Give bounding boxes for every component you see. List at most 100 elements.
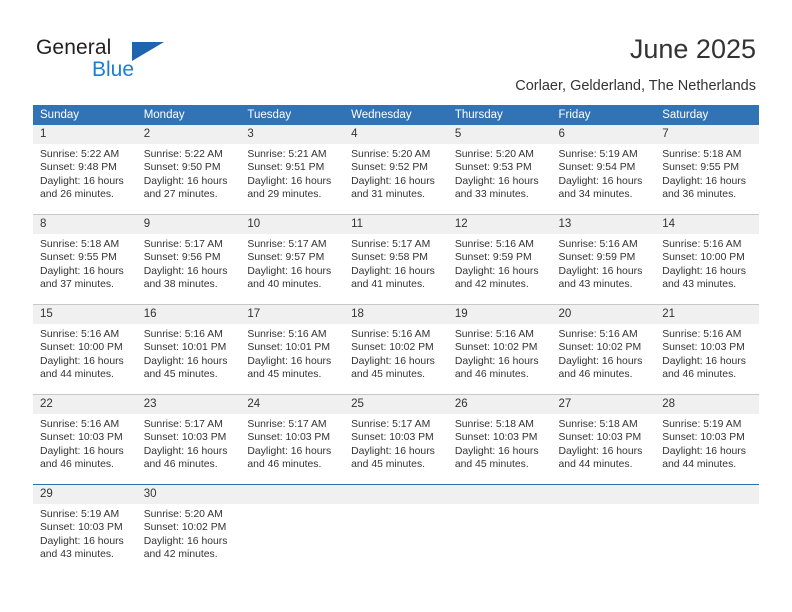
day-number: 19 <box>447 305 552 324</box>
day-daylight-line: Daylight: 16 hours <box>40 175 124 187</box>
weekday-header-friday: Friday <box>551 105 656 125</box>
day-info <box>344 504 448 508</box>
day-daylight-line: and 45 minutes. <box>143 369 218 381</box>
day-info: Sunrise: 5:18 AM Sunset: 10:03 PM Daylight… <box>552 414 656 472</box>
day-info: Sunrise: 5:20 AM Sunset: 9:52 PM Daylight:… <box>344 144 448 202</box>
calendar-day-cell[interactable]: 16 Sunrise: 5:16 AM Sunset: 10:01 PM Daylig… <box>136 304 241 395</box>
logo-text-blue: Blue <box>92 58 135 81</box>
calendar-day-cell[interactable]: 18 Sunrise: 5:16 AM Sunset: 10:02 PM Daylig… <box>344 304 448 395</box>
day-sunset-line: Sunset: 10:03 PM <box>351 432 434 444</box>
day-sunrise-line: Sunrise: 5:20 AM <box>454 149 534 160</box>
day-sunrise-line: Sunrise: 5:21 AM <box>247 149 327 160</box>
day-daylight-line: Daylight: 16 hours <box>143 355 228 367</box>
day-daylight-line: Daylight: 16 hours <box>247 355 332 367</box>
day-daylight-line: Daylight: 16 hours <box>351 355 435 367</box>
day-number: 13 <box>551 215 656 234</box>
day-sunset-line: Sunset: 9:55 PM <box>662 162 740 174</box>
day-info <box>448 504 552 508</box>
day-info: Sunrise: 5:17 AM Sunset: 9:56 PM Daylight:… <box>137 234 241 292</box>
calendar-week-row: 1 Sunrise: 5:22 AM Sunset: 9:48 PM Daylight… <box>33 125 759 215</box>
day-sunset-line: Sunset: 10:01 PM <box>143 342 227 354</box>
day-sunset-line: Sunset: 10:02 PM <box>351 342 434 354</box>
day-info: Sunrise: 5:20 AM Sunset: 9:53 PM Daylight:… <box>448 144 552 202</box>
calendar-day-cell[interactable]: 30 Sunrise: 5:20 AM Sunset: 10:02 PM Daylig… <box>136 484 241 574</box>
day-daylight-line: and 46 minutes. <box>143 459 218 471</box>
calendar-day-cell[interactable]: 11 Sunrise: 5:17 AM Sunset: 9:58 PM Dayligh… <box>344 214 448 305</box>
calendar-day-cell[interactable]: 2 Sunrise: 5:22 AM Sunset: 9:50 PM Daylight… <box>136 125 241 215</box>
day-info: Sunrise: 5:16 AM Sunset: 9:59 PM Daylight:… <box>552 234 656 292</box>
day-daylight-line: Daylight: 16 hours <box>351 445 435 457</box>
day-sunrise-line: Sunrise: 5:17 AM <box>351 419 431 430</box>
day-number: 7 <box>655 125 759 144</box>
calendar-day-cell[interactable]: 19 Sunrise: 5:16 AM Sunset: 10:02 PM Daylig… <box>447 304 552 395</box>
calendar-day-cell[interactable]: 20 Sunrise: 5:16 AM Sunset: 10:02 PM Daylig… <box>551 304 656 395</box>
calendar-day-cell[interactable]: 3 Sunrise: 5:21 AM Sunset: 9:51 PM Daylight… <box>240 125 345 215</box>
day-info: Sunrise: 5:21 AM Sunset: 9:51 PM Daylight:… <box>240 144 344 202</box>
calendar-day-cell[interactable]: 6 Sunrise: 5:19 AM Sunset: 9:54 PM Daylight… <box>551 125 656 215</box>
day-info: Sunrise: 5:16 AM Sunset: 10:00 PM Daylight… <box>655 234 759 292</box>
day-daylight-line: and 45 minutes. <box>351 369 426 381</box>
day-daylight-line: Daylight: 16 hours <box>247 265 332 277</box>
day-number: 30 <box>136 485 241 504</box>
calendar-day-cell[interactable]: 13 Sunrise: 5:16 AM Sunset: 9:59 PM Dayligh… <box>551 214 656 305</box>
day-daylight-line: and 46 minutes. <box>247 459 322 471</box>
day-sunset-line: Sunset: 9:52 PM <box>351 162 428 174</box>
calendar-day-cell[interactable]: 14 Sunrise: 5:16 AM Sunset: 10:00 PM Daylig… <box>655 214 759 305</box>
calendar-day-cell[interactable]: 9 Sunrise: 5:17 AM Sunset: 9:56 PM Daylight… <box>136 214 241 305</box>
calendar-day-cell[interactable]: 8 Sunrise: 5:18 AM Sunset: 9:55 PM Daylight… <box>33 214 137 305</box>
day-daylight-line: Daylight: 16 hours <box>143 265 228 277</box>
logo-text-general: General <box>36 36 112 59</box>
calendar-day-cell[interactable]: 27 Sunrise: 5:18 AM Sunset: 10:03 PM Daylig… <box>551 394 656 485</box>
day-daylight-line: and 42 minutes. <box>454 279 529 291</box>
calendar-day-cell[interactable]: 7 Sunrise: 5:18 AM Sunset: 9:55 PM Daylight… <box>655 125 759 215</box>
calendar-page: General Blue June 2025 Corlaer, Gelderla… <box>0 0 792 612</box>
day-info: Sunrise: 5:16 AM Sunset: 9:59 PM Daylight:… <box>448 234 552 292</box>
day-daylight-line: Daylight: 16 hours <box>40 355 124 367</box>
calendar-day-cell[interactable]: 22 Sunrise: 5:16 AM Sunset: 10:03 PM Daylig… <box>33 394 137 485</box>
calendar-day-cell[interactable]: 21 Sunrise: 5:16 AM Sunset: 10:03 PM Daylig… <box>655 304 759 395</box>
day-info: Sunrise: 5:18 AM Sunset: 9:55 PM Daylight:… <box>33 234 137 292</box>
day-daylight-line: Daylight: 16 hours <box>143 535 228 547</box>
day-daylight-line: and 40 minutes. <box>247 279 322 291</box>
calendar-day-cell[interactable]: 10 Sunrise: 5:17 AM Sunset: 9:57 PM Dayligh… <box>240 214 345 305</box>
day-daylight-line: Daylight: 16 hours <box>247 175 332 187</box>
day-number: 27 <box>551 395 656 414</box>
day-sunrise-line: Sunrise: 5:22 AM <box>40 149 120 160</box>
calendar-day-cell[interactable]: 5 Sunrise: 5:20 AM Sunset: 9:53 PM Daylight… <box>447 125 552 215</box>
day-sunset-line: Sunset: 9:51 PM <box>247 162 325 174</box>
calendar-day-cell[interactable]: 25 Sunrise: 5:17 AM Sunset: 10:03 PM Daylig… <box>344 394 448 485</box>
day-info <box>240 504 344 508</box>
calendar-day-cell[interactable]: 1 Sunrise: 5:22 AM Sunset: 9:48 PM Daylight… <box>33 125 137 215</box>
day-sunset-line: Sunset: 9:48 PM <box>40 162 117 174</box>
day-sunrise-line: Sunrise: 5:17 AM <box>351 239 431 250</box>
day-daylight-line: Daylight: 16 hours <box>662 445 746 457</box>
day-sunrise-line: Sunrise: 5:18 AM <box>662 149 742 160</box>
calendar-day-cell[interactable]: 4 Sunrise: 5:20 AM Sunset: 9:52 PM Daylight… <box>344 125 448 215</box>
calendar-day-cell[interactable]: 12 Sunrise: 5:16 AM Sunset: 9:59 PM Dayligh… <box>447 214 552 305</box>
day-daylight-line: and 46 minutes. <box>558 369 633 381</box>
day-sunset-line: Sunset: 10:03 PM <box>40 432 123 444</box>
calendar-day-cell[interactable]: 28 Sunrise: 5:19 AM Sunset: 10:03 PM Daylig… <box>655 394 759 485</box>
day-number: 18 <box>344 305 448 324</box>
day-sunset-line: Sunset: 9:56 PM <box>143 252 221 264</box>
calendar-day-cell[interactable]: 29 Sunrise: 5:19 AM Sunset: 10:03 PM Daylig… <box>33 484 137 574</box>
day-number: 29 <box>33 485 137 504</box>
day-info: Sunrise: 5:16 AM Sunset: 10:01 PM Daylight… <box>137 324 241 382</box>
calendar-day-cell[interactable]: 17 Sunrise: 5:16 AM Sunset: 10:01 PM Daylig… <box>240 304 345 395</box>
calendar-day-cell[interactable]: 15 Sunrise: 5:16 AM Sunset: 10:00 PM Daylig… <box>33 304 137 395</box>
day-number: 25 <box>344 395 448 414</box>
calendar-header-row: Sunday Monday Tuesday Wednesday Thursday Frid… <box>33 105 759 125</box>
day-sunrise-line: Sunrise: 5:17 AM <box>143 419 223 430</box>
weekday-header-tuesday: Tuesday <box>240 105 345 125</box>
day-sunrise-line: Sunrise: 5:18 AM <box>40 239 120 250</box>
calendar-day-cell[interactable]: 23 Sunrise: 5:17 AM Sunset: 10:03 PM Daylig… <box>136 394 241 485</box>
day-daylight-line: Daylight: 16 hours <box>143 445 228 457</box>
calendar-day-cell[interactable]: 26 Sunrise: 5:18 AM Sunset: 10:03 PM Daylig… <box>447 394 552 485</box>
day-daylight-line: and 31 minutes. <box>351 189 426 201</box>
day-sunset-line: Sunset: 9:58 PM <box>351 252 428 264</box>
day-daylight-line: and 45 minutes. <box>454 459 529 471</box>
day-sunrise-line: Sunrise: 5:16 AM <box>558 329 638 340</box>
calendar-day-cell[interactable]: 24 Sunrise: 5:17 AM Sunset: 10:03 PM Daylig… <box>240 394 345 485</box>
calendar-day-cell-empty <box>551 484 656 574</box>
page-subtitle: Corlaer, Gelderland, The Netherlands <box>515 78 756 94</box>
